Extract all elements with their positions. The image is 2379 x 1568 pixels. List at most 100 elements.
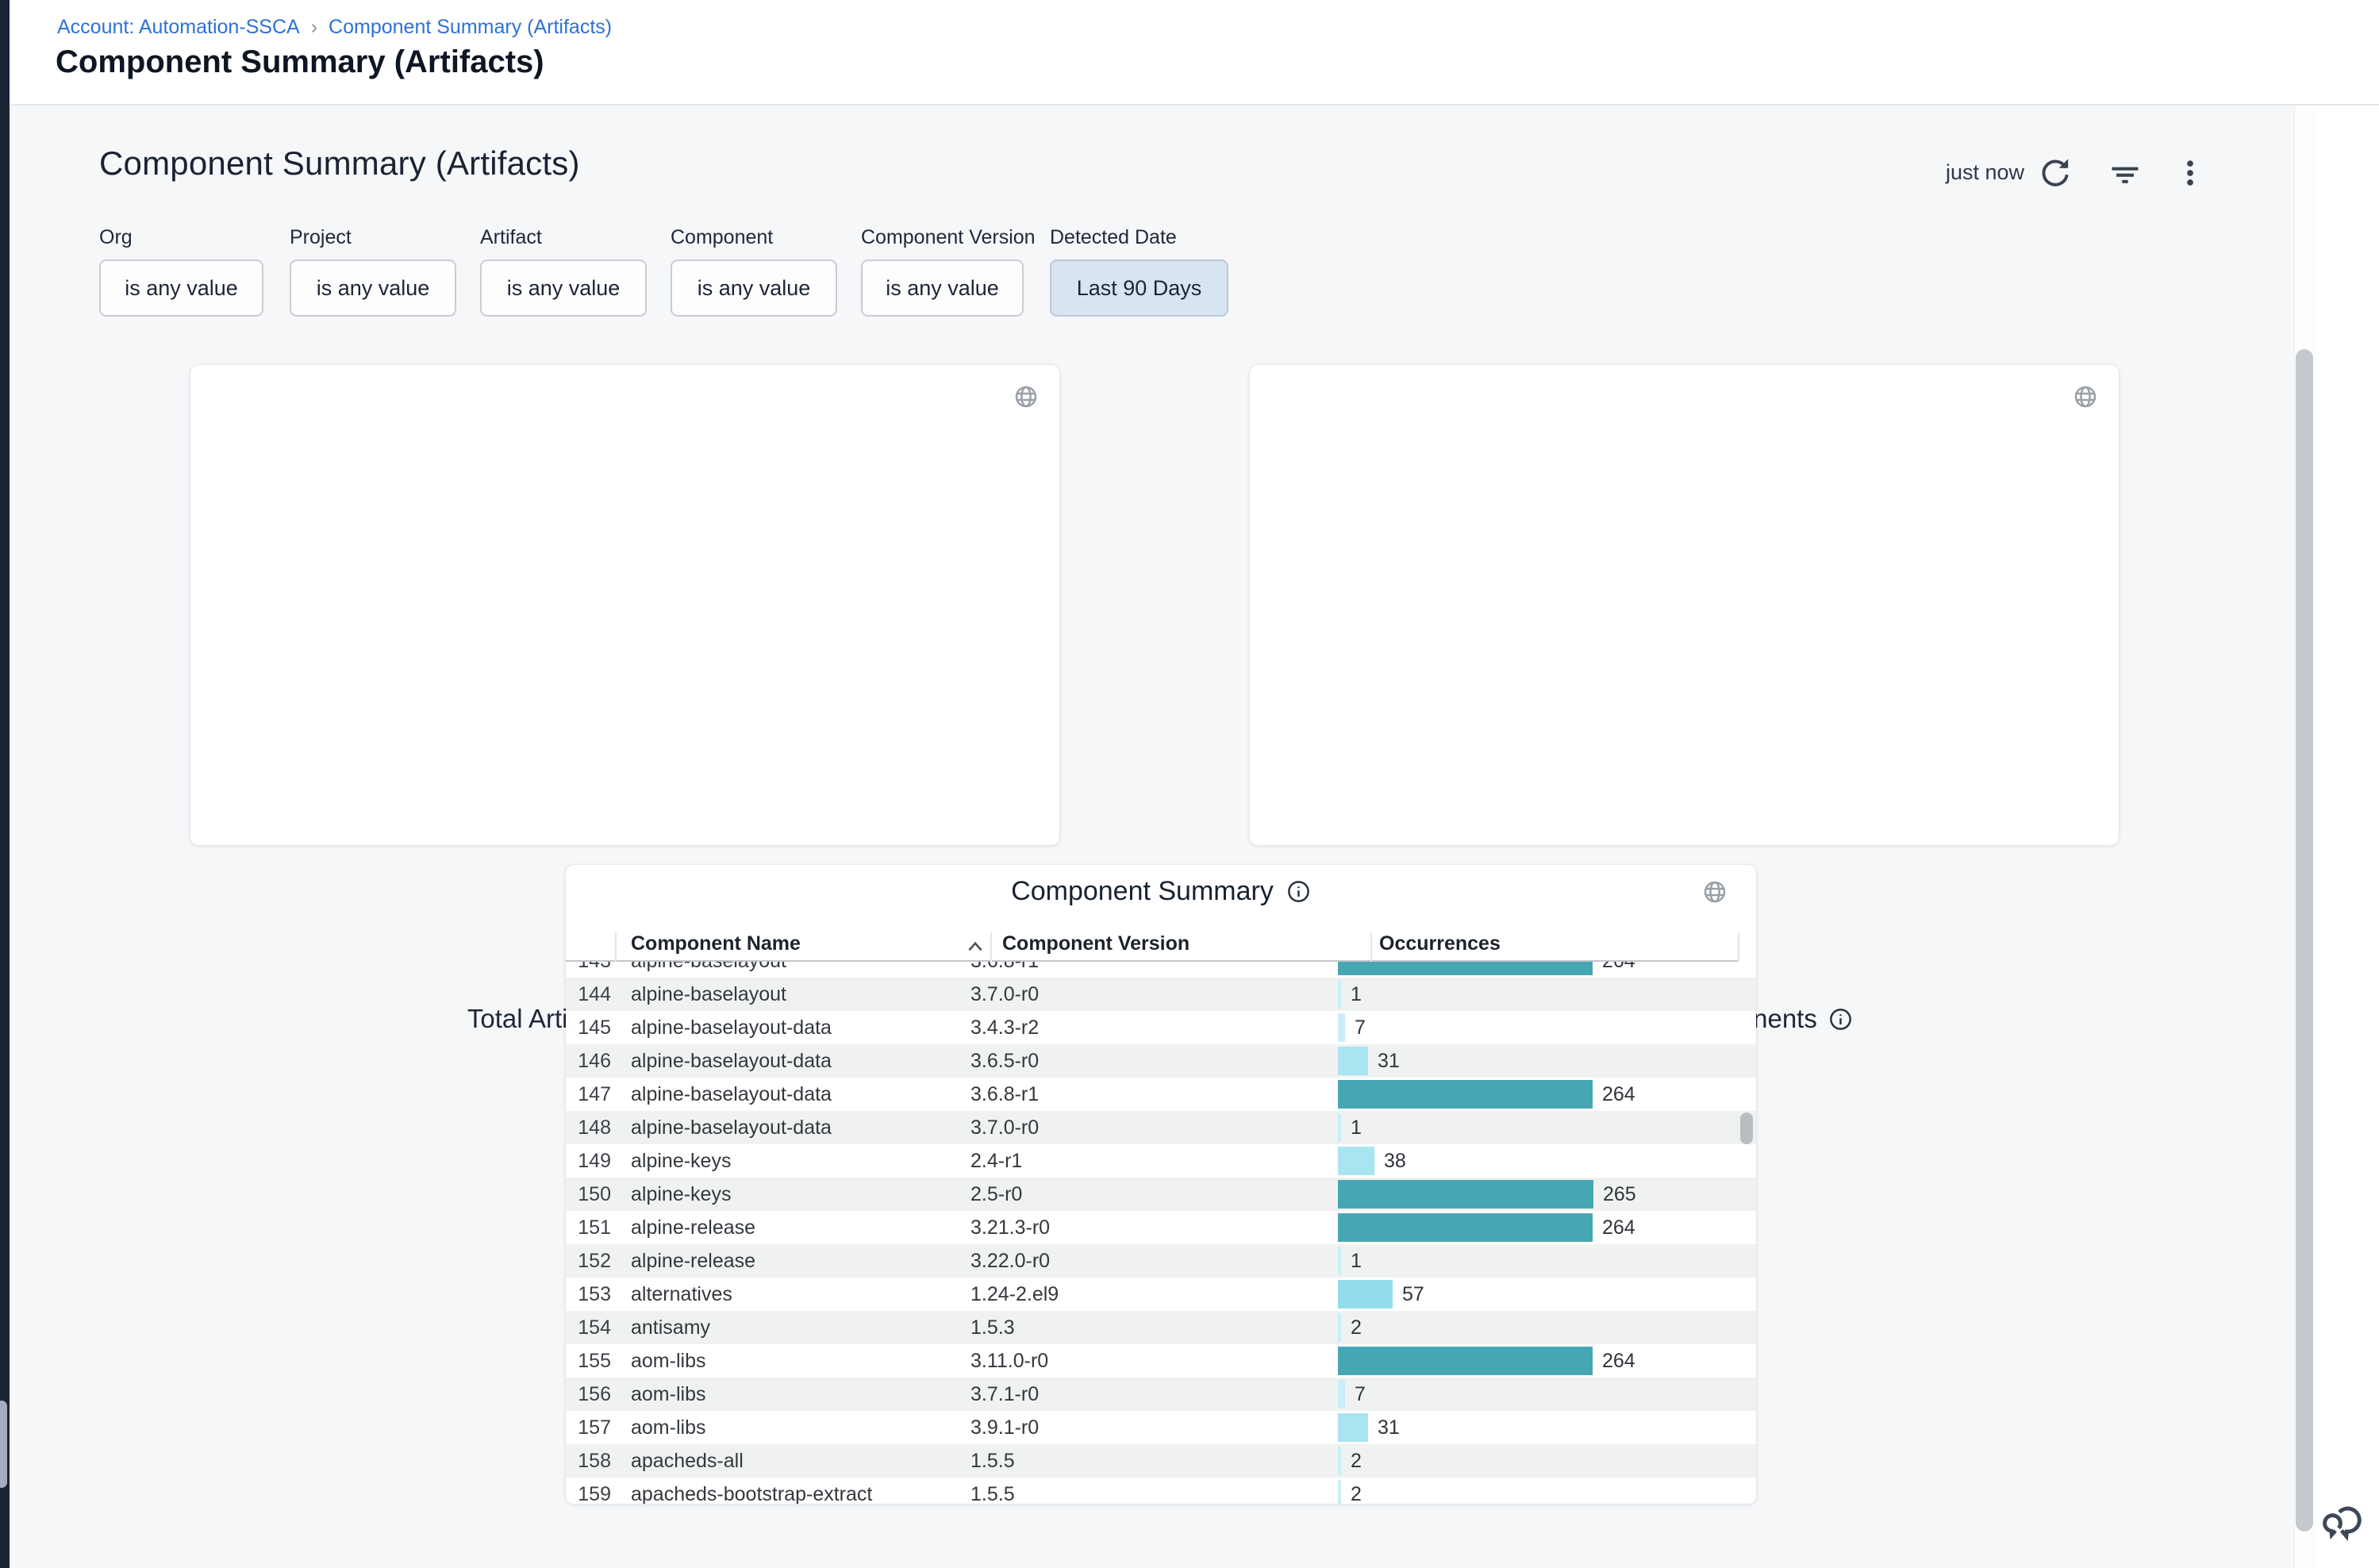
occurrences-cell[interactable]: 31 — [1338, 1044, 1697, 1078]
row-number: 146 — [566, 1050, 611, 1073]
table-row: 144 alpine-baselayout3.7.0-r01 — [566, 978, 1756, 1011]
table-row: 151alpine-release3.21.3-r0264 — [566, 1211, 1756, 1244]
occurrences-cell[interactable]: 2 — [1338, 1478, 1697, 1504]
refresh-icon[interactable] — [2038, 156, 2073, 190]
occurrences-cell[interactable]: 264 — [1338, 1211, 1697, 1244]
dashboard-filters-icon[interactable] — [2108, 156, 2143, 190]
occurrences-cell[interactable]: 264 — [1338, 962, 1697, 978]
component-version-cell[interactable]: 2.5-r0 — [970, 1183, 1338, 1206]
component-version-cell[interactable]: 3.7.0-r0 — [970, 1116, 1338, 1139]
component-version-cell[interactable]: 3.22.0-r0 — [970, 1250, 1338, 1273]
occurrence-bar — [1338, 1313, 1341, 1342]
component-version-cell[interactable]: 3.6.8-r1 — [970, 962, 1338, 973]
component-version-cell[interactable]: 1.24-2.el9 — [970, 1283, 1338, 1306]
filter-component-value-button[interactable]: is any value — [671, 259, 837, 317]
occurrences-cell[interactable]: 57 — [1338, 1278, 1697, 1311]
component-version-cell[interactable]: 1.5.5 — [970, 1450, 1338, 1473]
component-name-cell[interactable]: alpine-baselayout-data — [631, 1050, 970, 1073]
component-name-cell[interactable]: alpine-release — [631, 1250, 970, 1273]
row-number: 144 — [566, 983, 611, 1006]
component-version-cell[interactable]: 3.6.8-r1 — [970, 1083, 1338, 1106]
component-version-cell[interactable]: 1.5.3 — [970, 1316, 1338, 1339]
component-name-cell[interactable]: alpine-baselayout — [631, 983, 970, 1006]
component-name-cell[interactable]: alpine-keys — [631, 1183, 970, 1206]
dashboard-more-menu-icon[interactable] — [2173, 156, 2208, 190]
occurrence-value: 264 — [1602, 962, 1635, 973]
column-header-occurrences[interactable]: Occurrences — [1379, 932, 1501, 960]
component-version-cell[interactable]: 3.7.1-r0 — [970, 1383, 1338, 1406]
component-name-cell[interactable]: antisamy — [631, 1316, 970, 1339]
table-row: 145 alpine-baselayout-data3.4.3-r27 — [566, 1011, 1756, 1044]
component-name-cell[interactable]: alpine-baselayout-data — [631, 1017, 970, 1040]
last-refreshed-text: just now — [1946, 160, 2024, 185]
row-number: 145 — [566, 1017, 611, 1040]
component-version-cell[interactable]: 3.21.3-r0 — [970, 1216, 1338, 1239]
component-name-cell[interactable]: alpine-baselayout-data — [631, 1083, 970, 1106]
filter-project-value-button[interactable]: is any value — [290, 259, 456, 317]
filter-component-version-value-button[interactable]: is any value — [861, 259, 1024, 317]
occurrences-cell[interactable]: 2 — [1338, 1311, 1697, 1344]
column-header-component-name[interactable]: Component Name — [631, 932, 801, 960]
component-version-cell[interactable]: 2.4-r1 — [970, 1150, 1338, 1173]
row-number: 143 — [566, 962, 611, 973]
component-version-cell[interactable]: 1.5.5 — [970, 1483, 1338, 1505]
component-name-cell[interactable]: aom-libs — [631, 1383, 970, 1406]
column-header-component-version[interactable]: Component Version — [1002, 932, 1190, 960]
filter-artifact-value-button[interactable]: is any value — [480, 259, 647, 317]
occurrence-bar — [1338, 1180, 1593, 1209]
occurrences-cell[interactable]: 1 — [1338, 978, 1697, 1011]
occurrence-bar — [1338, 1080, 1593, 1109]
left-nav-strip[interactable] — [0, 0, 10, 1568]
occurrences-cell[interactable]: 7 — [1338, 1011, 1697, 1044]
info-icon[interactable] — [1286, 879, 1311, 904]
globe-icon — [1702, 879, 1728, 905]
component-name-cell[interactable]: alternatives — [631, 1283, 970, 1306]
chat-help-icon[interactable] — [2317, 1493, 2369, 1546]
page-scrollbar-thumb[interactable] — [2296, 349, 2313, 1531]
occurrence-value: 264 — [1602, 1083, 1635, 1106]
component-name-cell[interactable]: aom-libs — [631, 1350, 970, 1373]
occurrence-bar — [1338, 1147, 1374, 1175]
occurrences-cell[interactable]: 7 — [1338, 1378, 1697, 1411]
filter-org-value-button[interactable]: is any value — [99, 259, 263, 317]
filter-detected-date-value-button[interactable]: Last 90 Days — [1050, 259, 1228, 317]
breadcrumb-account-link[interactable]: Account: Automation-SSCA — [57, 16, 300, 38]
row-number: 152 — [566, 1250, 611, 1273]
occurrences-cell[interactable]: 264 — [1338, 1078, 1697, 1111]
occurrences-cell[interactable]: 1 — [1338, 1244, 1697, 1278]
filter-label-component-version: Component Version — [861, 226, 1036, 249]
component-name-cell[interactable]: apacheds-all — [631, 1450, 970, 1473]
occurrence-bar — [1338, 1247, 1341, 1275]
occurrences-cell[interactable]: 2 — [1338, 1444, 1697, 1478]
occurrences-cell[interactable]: 1 — [1338, 1111, 1697, 1144]
component-name-cell[interactable]: alpine-release — [631, 1216, 970, 1239]
component-version-cell[interactable]: 3.11.0-r0 — [970, 1350, 1338, 1373]
component-version-cell[interactable]: 3.7.0-r0 — [970, 983, 1338, 1006]
occurrence-value: 264 — [1602, 1350, 1635, 1373]
table-scrollbar-thumb[interactable] — [1740, 1113, 1753, 1144]
component-version-cell[interactable]: 3.9.1-r0 — [970, 1416, 1338, 1439]
occurrence-value: 31 — [1378, 1050, 1400, 1073]
breadcrumb: Account: Automation-SSCA›Component Summa… — [57, 16, 612, 39]
component-version-cell[interactable]: 3.4.3-r2 — [970, 1017, 1338, 1040]
component-name-cell[interactable]: aom-libs — [631, 1416, 970, 1439]
clipped-table-row-container: 143 alpine-baselayout3.6.8-r1 264 — [566, 962, 1756, 978]
component-name-cell[interactable]: alpine-baselayout — [631, 962, 970, 973]
info-icon[interactable] — [1828, 1007, 1853, 1032]
occurrences-cell[interactable]: 38 — [1338, 1144, 1697, 1178]
occurrences-cell[interactable]: 265 — [1338, 1178, 1697, 1211]
component-name-cell[interactable]: alpine-baselayout-data — [631, 1116, 970, 1139]
left-nav-scroll-thumb[interactable] — [0, 1401, 7, 1488]
component-name-cell[interactable]: alpine-keys — [631, 1150, 970, 1173]
occurrences-cell[interactable]: 264 — [1338, 1344, 1697, 1378]
table-row: 143 alpine-baselayout3.6.8-r1 264 — [566, 962, 1756, 978]
breadcrumb-page-link[interactable]: Component Summary (Artifacts) — [329, 16, 612, 38]
row-number: 147 — [566, 1083, 611, 1106]
occurrence-bar — [1338, 1113, 1341, 1142]
table-row: 157aom-libs3.9.1-r031 — [566, 1411, 1756, 1444]
dashboard-title: Component Summary (Artifacts) — [99, 144, 580, 183]
component-version-cell[interactable]: 3.6.5-r0 — [970, 1050, 1338, 1073]
occurrences-cell[interactable]: 31 — [1338, 1411, 1697, 1444]
occurrence-value: 38 — [1384, 1150, 1406, 1173]
component-name-cell[interactable]: apacheds-bootstrap-extract — [631, 1483, 970, 1505]
